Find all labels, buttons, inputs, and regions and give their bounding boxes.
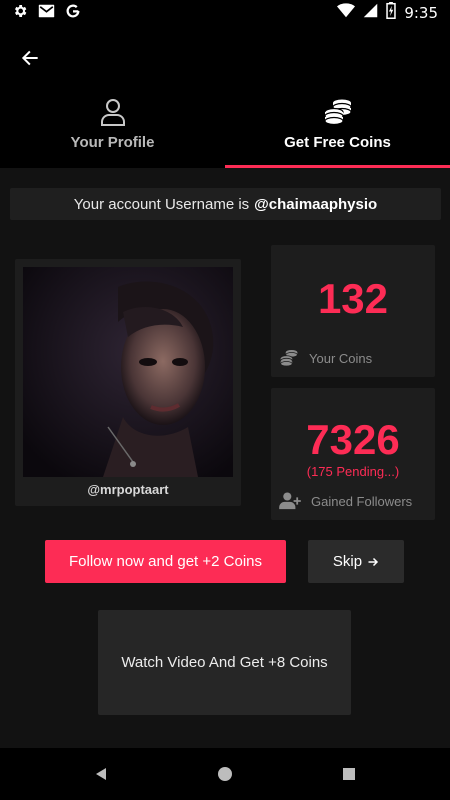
watch-video-button[interactable]: Watch Video And Get +8 Coins <box>98 610 351 715</box>
arrow-left-icon <box>21 50 38 66</box>
tab-label: Get Free Coins <box>284 134 391 151</box>
follow-button[interactable]: Follow now and get +2 Coins <box>45 540 286 583</box>
tab-bar: Your Profile Get Free Coins <box>0 90 450 168</box>
followers-count: 7326 <box>306 416 400 463</box>
settings-icon <box>12 3 28 24</box>
target-username: @mrpoptaart <box>87 482 169 497</box>
username-banner: Your account Username is @chaimaaphysio <box>10 188 441 220</box>
skip-label: Skip <box>332 553 363 570</box>
system-nav-bar <box>0 748 450 800</box>
coins-label: Your Coins <box>309 350 373 366</box>
account-username: @chaimaaphysio <box>254 195 378 213</box>
google-icon <box>65 3 81 24</box>
banner-prefix: Your account Username is <box>73 195 250 213</box>
nav-recents-button[interactable] <box>341 766 357 782</box>
coins-icon <box>323 99 352 126</box>
nav-back-button[interactable] <box>93 766 109 782</box>
skip-button[interactable]: Skip <box>308 540 404 583</box>
back-button[interactable] <box>14 42 46 74</box>
status-time: 9:35 <box>404 4 438 22</box>
followers-label: Gained Followers <box>311 493 413 509</box>
profile-card: @mrpoptaart <box>15 259 241 506</box>
profile-photo <box>23 267 233 477</box>
followers-pending: (175 Pending...) <box>306 464 400 479</box>
coins-label-row: Your Coins <box>279 349 372 367</box>
coins-card: 132 Your Coins <box>271 245 435 377</box>
square-recents-icon <box>343 768 355 780</box>
followers-label-row: Gained Followers <box>279 492 412 510</box>
signal-icon <box>363 3 378 23</box>
app-bar <box>0 26 450 90</box>
arrow-right-icon <box>368 557 379 566</box>
circle-home-icon <box>218 767 232 781</box>
coins-count: 132 <box>317 275 389 322</box>
gmail-icon <box>38 4 55 23</box>
triangle-back-icon <box>96 768 106 780</box>
tab-label: Your Profile <box>70 134 155 151</box>
coins-icon <box>280 349 298 367</box>
wifi-icon <box>337 3 356 23</box>
person-icon <box>100 99 125 126</box>
tab-get-free-coins[interactable]: Get Free Coins <box>225 90 450 168</box>
tab-your-profile[interactable]: Your Profile <box>0 90 225 168</box>
status-bar: 9:35 <box>0 0 450 26</box>
battery-charging-icon <box>386 2 397 24</box>
nav-home-button[interactable] <box>217 766 233 782</box>
add-person-icon <box>279 492 301 510</box>
followers-card: 7326 (175 Pending...) Gained Followers <box>271 388 435 520</box>
